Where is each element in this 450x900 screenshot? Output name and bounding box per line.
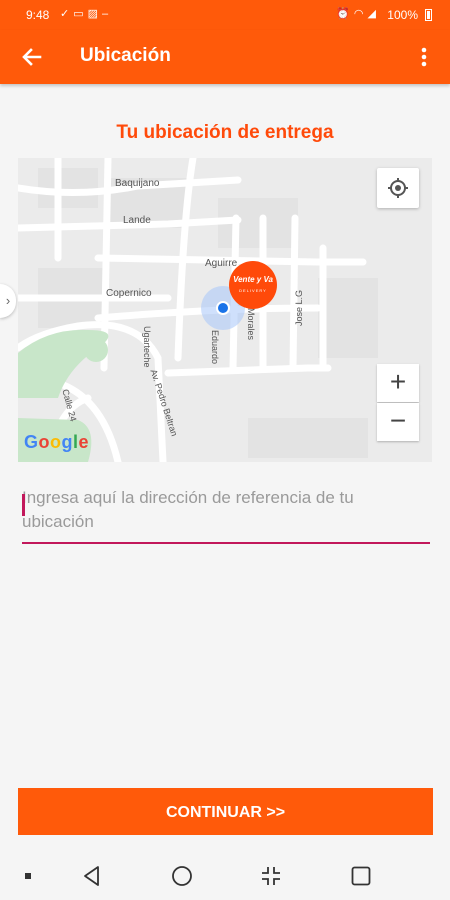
- side-panel-toggle[interactable]: ›: [0, 284, 16, 318]
- map-view[interactable]: Baquijano Lande Aguirre Copernico Ugarte…: [18, 158, 432, 462]
- text-cursor: [22, 494, 25, 516]
- continue-button[interactable]: CONTINUAR >>: [18, 788, 433, 835]
- dash-icon: –: [102, 8, 113, 20]
- alarm-icon: ⏰: [336, 8, 354, 20]
- street-label: Ugarteche: [142, 326, 152, 368]
- my-location-button[interactable]: [377, 168, 419, 208]
- marker-sub-text: DELIVERY: [239, 288, 267, 293]
- street-label: Morales: [246, 308, 256, 341]
- nav-overview-icon[interactable]: [349, 864, 373, 888]
- street-label: Aguirre: [205, 258, 238, 269]
- nav-back-icon[interactable]: [80, 864, 104, 888]
- notification-icons: ✓▭▨–: [60, 7, 112, 20]
- check-icon: ✓: [60, 8, 74, 20]
- map-canvas: [18, 158, 432, 462]
- street-label: Jose L.G: [294, 289, 304, 326]
- zoom-in-button[interactable]: +: [377, 364, 419, 402]
- street-label: Copernico: [106, 288, 152, 299]
- nav-home-icon[interactable]: [170, 864, 194, 888]
- nav-recent-collapse-icon[interactable]: [259, 864, 283, 888]
- crosshair-icon: [388, 178, 408, 198]
- zoom-out-button[interactable]: −: [377, 403, 419, 441]
- back-arrow-icon[interactable]: [18, 43, 46, 71]
- battery-level: 100%: [387, 8, 418, 22]
- app-bar: Ubicación: [0, 30, 450, 84]
- status-bar: 9:48 ✓▭▨– ⏰◠◢ 100%: [0, 0, 450, 30]
- address-input-container: [22, 486, 430, 544]
- street-label: Baquijano: [115, 178, 160, 189]
- wifi-icon: ◠: [353, 8, 368, 20]
- system-icons: ⏰◠◢: [336, 7, 380, 20]
- nav-dot-icon: [25, 873, 31, 879]
- more-vert-icon[interactable]: [412, 44, 436, 70]
- google-logo: Google: [24, 432, 90, 452]
- status-time: 9:48: [26, 8, 50, 22]
- marker-brand-text: Vente y Va: [233, 275, 273, 284]
- street-label: Lande: [123, 215, 151, 226]
- signal-icon: ◢: [367, 8, 380, 20]
- street-label: Eduardo: [210, 330, 220, 365]
- system-navigation-bar: [0, 852, 450, 900]
- store-location-marker[interactable]: Vente y Va DELIVERY: [229, 261, 277, 309]
- delivery-location-heading: Tu ubicación de entrega: [116, 122, 334, 143]
- page-title: Ubicación: [80, 45, 171, 66]
- image-icon: ▨: [87, 8, 103, 20]
- message-icon: ▭: [73, 8, 88, 20]
- battery-icon: [425, 9, 432, 21]
- address-input[interactable]: [22, 486, 430, 544]
